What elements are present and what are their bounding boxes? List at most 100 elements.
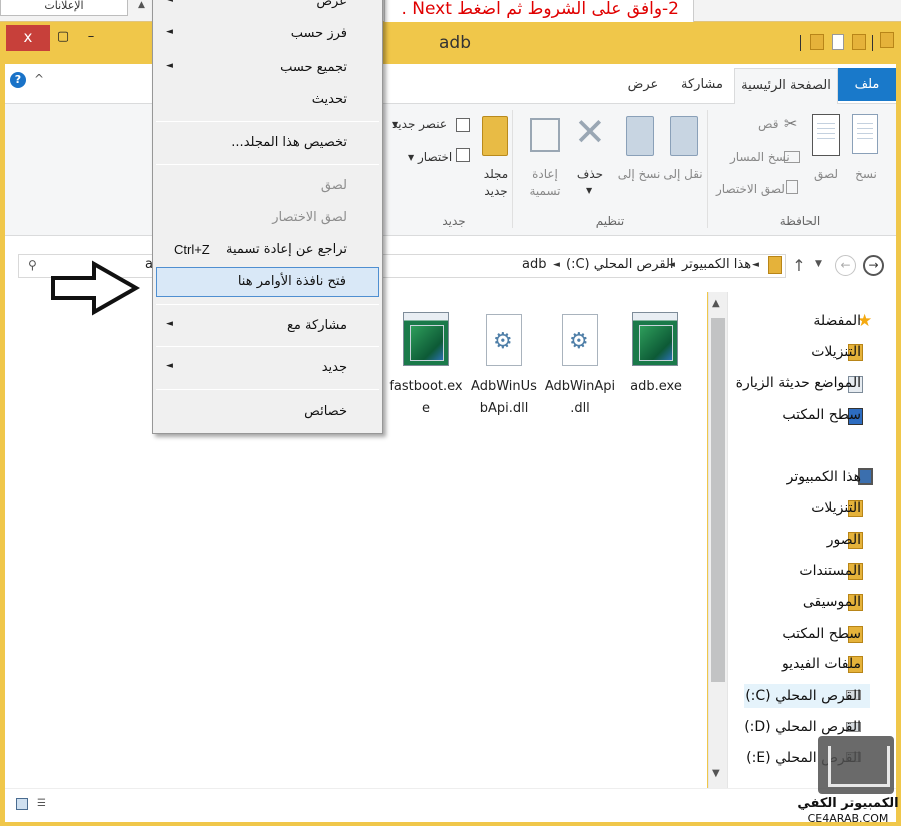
breadcrumb-drive-c[interactable]: القرص المحلي (C:) [566, 257, 674, 272]
tab-home[interactable]: الصفحة الرئيسية [734, 68, 838, 105]
dll-file-icon[interactable] [486, 314, 522, 366]
menu-item-properties[interactable]: خصائص [156, 398, 379, 428]
menu-item-view[interactable]: عرض ◄ [156, 0, 379, 18]
paste-button[interactable]: لصق [806, 166, 846, 183]
scroll-up-icon[interactable]: ▲ [712, 298, 720, 309]
cut-icon[interactable]: ✂ [784, 114, 797, 133]
copy-icon[interactable] [852, 114, 878, 154]
scrollbar-thumb[interactable] [711, 318, 725, 682]
nav-item-fav-downloads[interactable]: التنزيلات [811, 344, 861, 360]
easy-access-dropdown-icon[interactable]: ▼ [408, 153, 414, 162]
nav-item-videos[interactable]: ملفات الفيديو [782, 656, 861, 672]
paste-shortcut-button[interactable]: لصق الاختصار [716, 182, 785, 196]
menu-item-label: فرز حسب [290, 26, 347, 41]
menu-item-sort-by[interactable]: فرز حسب ◄ [156, 20, 379, 50]
menu-item-label: تحديث [311, 92, 347, 107]
new-folder-button[interactable]: مجلد جديد [476, 166, 516, 200]
help-icon[interactable]: ? [10, 72, 26, 88]
large-icons-view-icon[interactable] [16, 798, 28, 810]
nav-item-recent-places[interactable]: المواضع حديثة الزيارة [736, 375, 861, 391]
menu-item-share-with[interactable]: مشاركة مع ◄ [156, 312, 379, 342]
folder-quick-icon[interactable] [852, 34, 866, 50]
nav-item-desktop[interactable]: سطح المكتب [782, 626, 861, 642]
menu-item-paste-shortcut[interactable]: لصق الاختصار [156, 204, 379, 234]
exe-file-icon[interactable] [632, 312, 678, 366]
minimize-button[interactable]: – [82, 28, 100, 46]
menu-item-group-by[interactable]: تجميع حسب ◄ [156, 54, 379, 84]
menu-item-refresh[interactable]: تحديث [156, 86, 379, 116]
new-group-label: جديد [442, 214, 466, 228]
nav-item-drive-c[interactable]: القرص المحلي (C:) [745, 688, 861, 704]
new-item-button[interactable]: عنصر جديد [392, 117, 447, 131]
new-folder-icon[interactable] [482, 116, 508, 156]
easy-access-icon[interactable] [456, 148, 470, 162]
menu-item-open-command-window[interactable]: فتح نافذة الأوامر هنا [156, 267, 379, 297]
tab-file[interactable]: ملف [838, 68, 896, 101]
menu-item-new[interactable]: جديد ◄ [156, 354, 379, 384]
move-to-icon[interactable] [670, 116, 698, 156]
file-name[interactable]: AdbWinUs [464, 376, 544, 398]
breadcrumb-this-pc[interactable]: هذا الكمبيوتر [682, 257, 751, 272]
exe-file-icon[interactable] [403, 312, 449, 366]
chevron-left-icon[interactable]: ◄ [752, 260, 759, 270]
back-button[interactable]: ← [835, 255, 856, 276]
file-name-line2[interactable]: e [386, 398, 466, 420]
menu-item-label: لصق [320, 178, 347, 193]
new-item-dropdown-icon[interactable]: ▼ [392, 120, 398, 129]
file-name[interactable]: fastboot.ex [386, 376, 466, 398]
rename-button[interactable]: إعادة تسمية [520, 166, 570, 200]
nav-item-documents[interactable]: المستندات [799, 563, 861, 579]
move-to-button[interactable]: نقل إلى [660, 166, 706, 183]
forward-button[interactable]: → [863, 255, 884, 276]
easy-access-button[interactable]: اختصار [418, 150, 452, 164]
new-folder-quick-icon[interactable] [810, 34, 824, 50]
menu-separator [156, 346, 379, 347]
recent-locations-icon[interactable]: ▼ [815, 259, 822, 269]
nav-item-favorites[interactable]: المفضلة [813, 313, 861, 329]
new-item-icon[interactable] [456, 118, 470, 132]
rename-icon[interactable] [530, 118, 560, 152]
nav-item-downloads[interactable]: التنزيلات [811, 500, 861, 516]
file-name-line2[interactable]: .dll [540, 398, 620, 420]
copy-button[interactable]: نسخ [846, 166, 886, 183]
search-icon[interactable]: ⚲ [28, 258, 42, 272]
copy-to-icon[interactable] [626, 116, 654, 156]
tab-share[interactable]: مشاركة [672, 68, 732, 104]
top-left-tab[interactable]: الإعلانات [0, 0, 128, 16]
menu-item-paste[interactable]: لصق [156, 172, 379, 202]
menu-item-customize[interactable]: تخصيص هذا المجلد... [156, 129, 379, 159]
menu-item-label: عرض [316, 0, 347, 9]
details-view-icon[interactable]: ☰ [37, 798, 51, 810]
dll-file-icon[interactable] [562, 314, 598, 366]
file-name[interactable]: AdbWinApi [540, 376, 620, 398]
menu-item-label: تجميع حسب [280, 60, 347, 75]
address-folder-icon [768, 256, 782, 274]
nav-item-fav-desktop[interactable]: سطح المكتب [782, 407, 861, 423]
paste-icon[interactable] [812, 114, 840, 156]
maximize-button[interactable]: ▢ [54, 28, 72, 46]
menu-item-undo-rename[interactable]: تراجع عن إعادة تسمية Ctrl+Z [156, 236, 379, 266]
copy-to-button[interactable]: نسخ إلى [616, 166, 662, 183]
chevron-left-icon[interactable]: ◄ [553, 260, 560, 270]
up-button[interactable]: ↑ [792, 256, 806, 275]
delete-dropdown-icon[interactable]: ▼ [586, 186, 592, 195]
close-button[interactable]: x [6, 25, 50, 51]
cut-button[interactable]: قص [758, 117, 778, 131]
nav-item-this-pc[interactable]: هذا الكمبيوتر [787, 469, 861, 485]
delete-button[interactable]: حذف [570, 166, 610, 183]
chevron-left-icon[interactable]: ◄ [668, 260, 675, 270]
collapse-ribbon-icon[interactable]: ^ [34, 72, 44, 86]
copy-path-button[interactable]: نسخ المسار [730, 150, 790, 164]
quick-access-toolbar [796, 32, 896, 54]
nav-item-pictures[interactable]: الصور [827, 532, 861, 548]
properties-quick-icon[interactable] [832, 34, 844, 50]
nav-item-music[interactable]: الموسيقى [803, 594, 861, 610]
scroll-down-icon[interactable]: ▼ [712, 768, 720, 779]
breadcrumb-adb[interactable]: adb [522, 257, 546, 272]
file-name[interactable]: adb.exe [616, 376, 696, 398]
file-name-line2[interactable]: bApi.dll [464, 398, 544, 420]
delete-icon[interactable]: ✕ [574, 110, 606, 154]
nav-item-drive-d[interactable]: القرص المحلي (D:) [744, 719, 861, 735]
paste-shortcut-icon[interactable] [786, 180, 798, 194]
tab-view[interactable]: عرض [618, 68, 668, 104]
